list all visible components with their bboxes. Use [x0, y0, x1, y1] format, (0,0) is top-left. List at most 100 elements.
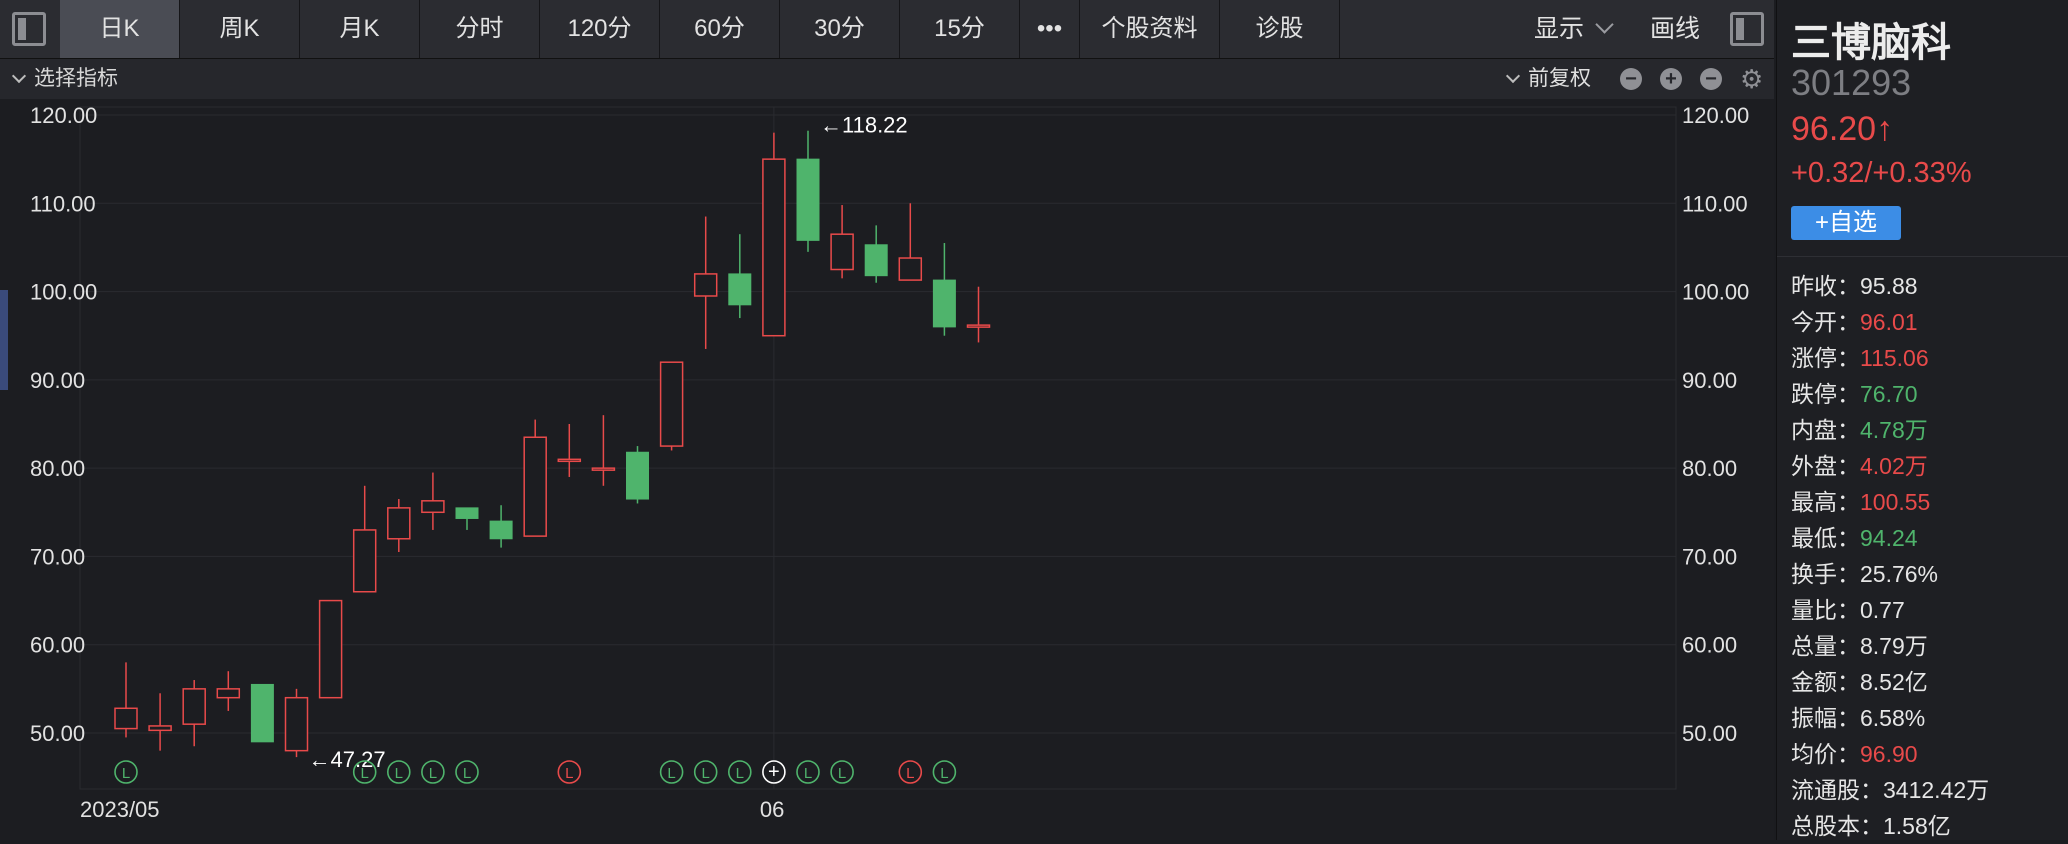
- marker-glyph: L: [667, 765, 675, 782]
- candle-body: [659, 361, 684, 447]
- gear-icon[interactable]: ⚙: [1740, 64, 1763, 94]
- candle[interactable]: [318, 599, 343, 699]
- stat-row: 涨停：115.06: [1791, 340, 1989, 376]
- candle-body: [250, 683, 274, 743]
- candle-body: [387, 507, 411, 540]
- y-tick-label-left: 110.00: [30, 191, 96, 216]
- y-tick-label-left: 100.00: [30, 280, 97, 305]
- candle-body: [591, 467, 616, 471]
- add-watchlist-button[interactable]: +自选: [1791, 206, 1901, 240]
- tab-stock-profile[interactable]: 个股资料: [1080, 0, 1220, 58]
- tab-120min[interactable]: 120分: [540, 0, 660, 58]
- y-tick-label-right: 80.00: [1682, 456, 1737, 481]
- minus-circle-icon[interactable]: −: [1620, 68, 1642, 90]
- tab-15min[interactable]: 15分: [900, 0, 1020, 58]
- stat-row: 振幅：6.58%: [1791, 700, 1989, 736]
- candle-body: [966, 324, 991, 328]
- y-tick-label-right: 100.00: [1682, 280, 1749, 305]
- marker-glyph: L: [361, 765, 369, 782]
- y-tick-label-left: 70.00: [30, 544, 85, 569]
- indicator-select-label: 选择指标: [34, 67, 118, 90]
- chevron-down-icon: [11, 68, 27, 84]
- stat-label: 昨收：: [1791, 273, 1860, 299]
- indicator-select[interactable]: 选择指标: [11, 59, 118, 99]
- stat-row: 金额：8.52亿: [1791, 664, 1989, 700]
- candle-body: [352, 529, 377, 593]
- stat-label: 金额：: [1791, 669, 1860, 695]
- stat-label: 振幅：: [1791, 705, 1860, 731]
- display-dropdown[interactable]: 显示: [1534, 0, 1614, 58]
- candle-body: [318, 599, 343, 699]
- plus-circle-icon[interactable]: +: [1660, 68, 1682, 90]
- stat-row: 量比：0.77: [1791, 592, 1989, 628]
- candle-body: [148, 725, 172, 732]
- candle[interactable]: [626, 446, 649, 504]
- candle-body: [864, 244, 888, 277]
- candle-body: [421, 500, 445, 514]
- x-tick-label: 06: [760, 797, 784, 822]
- candlestick-chart[interactable]: 120.00 120.00 110.00 110.00 100.00 100.00 90.0…: [0, 99, 1774, 840]
- candle-body: [216, 688, 241, 699]
- tab-timeshare[interactable]: 分时: [420, 0, 540, 58]
- stock-name: 三博脑科: [1791, 21, 1951, 65]
- draw-line-button[interactable]: 画线: [1650, 0, 1700, 58]
- candle-body: [455, 507, 479, 519]
- candle[interactable]: [762, 132, 786, 337]
- stats-list: 昨收：95.88 今开：96.01 涨停：115.06 跌停：76.70 内盘：4.78…: [1791, 268, 1989, 844]
- chevron-down-icon: [1505, 68, 1521, 84]
- stat-label: 最高：: [1791, 489, 1860, 515]
- price-adjust-dropdown[interactable]: 前复权: [1505, 59, 1591, 99]
- stat-value: 0.77: [1860, 597, 1905, 623]
- candle[interactable]: [523, 419, 547, 537]
- left-panel-toggle-icon[interactable]: [12, 12, 46, 46]
- stat-value: 95.88: [1860, 273, 1918, 299]
- marker-glyph: L: [838, 765, 846, 782]
- stat-row: 今开：96.01: [1791, 304, 1989, 340]
- stat-row: 总量：8.79万: [1791, 628, 1989, 664]
- candle[interactable]: [284, 688, 309, 758]
- period-tabs: 日K 周K 月K 分时 120分 60分 30分 15分 ••• 个股资料 诊股: [60, 0, 1340, 58]
- stat-label: 跌停：: [1791, 381, 1860, 407]
- stat-value: 25.76%: [1860, 561, 1939, 587]
- more-tabs-button[interactable]: •••: [1020, 0, 1080, 58]
- marker-glyph: L: [122, 765, 130, 782]
- stat-label: 内盘：: [1791, 417, 1860, 443]
- x-tick-label: 2023/05: [80, 797, 160, 822]
- stock-change: +0.32/+0.33%: [1791, 157, 1972, 189]
- y-tick-label-left: 80.00: [30, 456, 85, 481]
- candle[interactable]: [250, 683, 274, 743]
- right-panel-toggle-icon[interactable]: [1730, 12, 1764, 46]
- tab-day-k[interactable]: 日K: [60, 0, 180, 58]
- stat-value: 100.55: [1860, 489, 1931, 515]
- stat-row: 总股本：1.58亿: [1791, 808, 1989, 844]
- candle[interactable]: [659, 361, 684, 451]
- y-tick-label-right: 120.00: [1682, 103, 1749, 128]
- y-tick-label-left: 90.00: [30, 368, 85, 393]
- marker-glyph: L: [565, 765, 573, 782]
- candle-body: [114, 707, 138, 730]
- y-tick-label-right: 110.00: [1682, 191, 1748, 216]
- tab-month-k[interactable]: 月K: [300, 0, 420, 58]
- stat-value: 115.06: [1860, 345, 1929, 371]
- tab-30min[interactable]: 30分: [780, 0, 900, 58]
- tab-week-k[interactable]: 周K: [180, 0, 300, 58]
- marker-glyph: L: [940, 765, 948, 782]
- tab-diagnosis[interactable]: 诊股: [1220, 0, 1340, 58]
- stat-row: 最低：94.24: [1791, 520, 1989, 556]
- tab-60min[interactable]: 60分: [660, 0, 780, 58]
- marker-glyph: +: [768, 761, 780, 783]
- minus-circle-icon[interactable]: −: [1700, 68, 1722, 90]
- candle-body: [898, 257, 923, 281]
- candle-body: [762, 158, 786, 337]
- candle-body: [626, 451, 649, 500]
- stat-value: 6.58%: [1860, 705, 1926, 731]
- stat-value: 76.70: [1860, 381, 1918, 407]
- stat-label: 总量：: [1791, 633, 1860, 659]
- stat-value: 94.24: [1860, 525, 1918, 551]
- candle-body: [693, 273, 718, 297]
- marker-glyph: L: [906, 765, 914, 782]
- candle-body: [830, 233, 854, 271]
- stock-code: 301293: [1791, 62, 1912, 103]
- stat-label: 量比：: [1791, 597, 1860, 623]
- price-extreme-annotation: ←47.27: [309, 747, 386, 772]
